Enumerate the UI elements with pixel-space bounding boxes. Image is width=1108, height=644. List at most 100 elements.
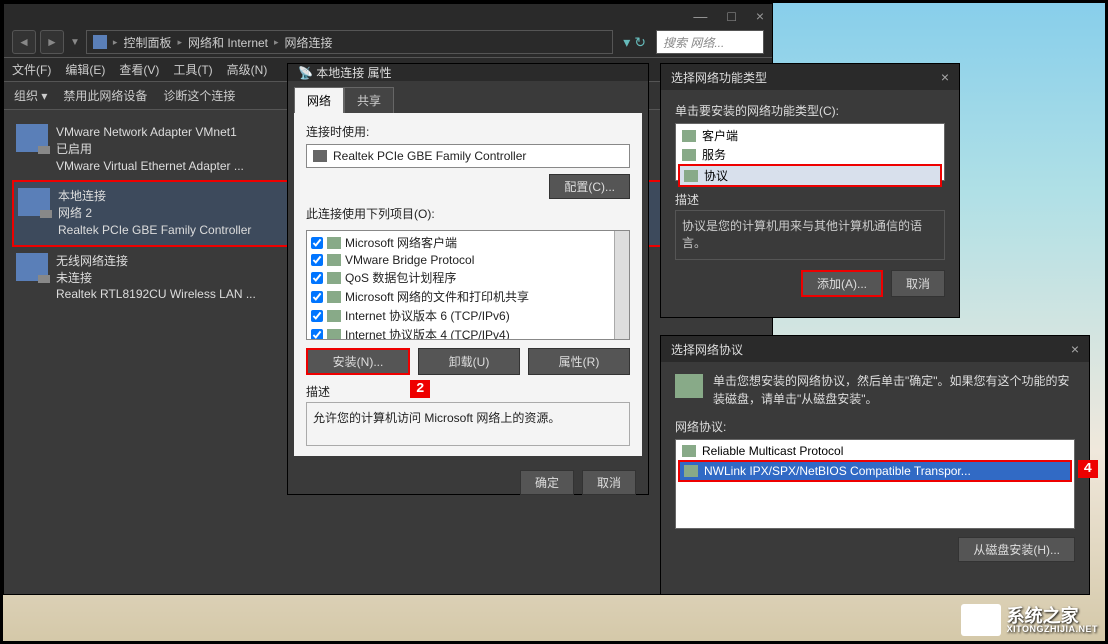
client-icon (327, 237, 341, 249)
dialog-titlebar: 选择网络协议 × (661, 336, 1089, 362)
network-adapter-icon (16, 124, 48, 152)
list-item[interactable]: Microsoft 网络客户端 (309, 233, 627, 252)
configure-button[interactable]: 配置(C)... (549, 174, 630, 199)
close-icon[interactable]: × (1071, 341, 1079, 357)
item-checkbox[interactable] (311, 329, 323, 341)
list-item[interactable]: Internet 协议版本 4 (TCP/IPv4) (309, 325, 627, 340)
scrollbar[interactable] (614, 231, 629, 339)
folder-icon (93, 35, 107, 49)
close-button[interactable]: × (756, 8, 764, 24)
connection-status: 未连接 (56, 270, 256, 287)
window-titlebar: — □ × (4, 4, 772, 27)
protocol-select-dialog: 选择网络协议 × 单击您想安装的网络协议，然后单击"确定"。如果您有这个功能的安… (660, 335, 1090, 595)
dropdown-icon[interactable]: ▾ (623, 34, 630, 51)
breadcrumb-item[interactable]: 网络连接 (285, 34, 333, 51)
components-list[interactable]: Microsoft 网络客户端 VMware Bridge Protocol Q… (306, 230, 630, 340)
description-text: 协议是您的计算机用来与其他计算机通信的语言。 (675, 210, 945, 260)
breadcrumb[interactable]: ▸ 控制面板 ▸ 网络和 Internet ▸ 网络连接 (86, 30, 613, 54)
feature-list[interactable]: 客户端 服务 协议 3 (675, 123, 945, 181)
protocol-icon (675, 374, 703, 398)
service-icon (682, 149, 696, 161)
uninstall-button[interactable]: 卸载(U) (418, 348, 520, 375)
adapter-icon (313, 150, 327, 162)
dialog-title: 选择网络功能类型 (671, 69, 767, 86)
connection-device: VMware Virtual Ethernet Adapter ... (56, 158, 244, 175)
from-disk-button[interactable]: 从磁盘安装(H)... (958, 537, 1075, 562)
watermark-url: XITONGZHIJIA.NET (1007, 625, 1098, 634)
minimize-button[interactable]: — (693, 8, 707, 24)
service-icon (327, 272, 341, 284)
feature-type-dialog: 选择网络功能类型 × 单击要安装的网络功能类型(C): 客户端 服务 协议 3 … (660, 63, 960, 318)
description-label: 描述 (306, 383, 630, 400)
maximize-button[interactable]: □ (727, 8, 735, 24)
item-checkbox[interactable] (311, 310, 323, 322)
protocol-icon (327, 329, 341, 341)
client-icon (682, 130, 696, 142)
protocol-icon (684, 170, 698, 182)
feature-item-service[interactable]: 服务 (678, 145, 942, 164)
close-icon[interactable]: × (941, 69, 949, 85)
protocol-item-selected[interactable]: NWLink IPX/SPX/NetBIOS Compatible Transp… (678, 460, 1072, 482)
watermark-text: 系统之家 (1007, 607, 1098, 625)
network-adapter-icon (18, 188, 50, 216)
dialog-title: 📡 本地连接 属性 (298, 64, 392, 81)
feature-item-protocol[interactable]: 协议 3 (678, 164, 942, 187)
protocol-icon (682, 445, 696, 457)
connection-status: 已启用 (56, 141, 244, 158)
menu-edit[interactable]: 编辑(E) (65, 61, 105, 78)
item-checkbox[interactable] (311, 254, 323, 266)
properties-button[interactable]: 属性(R) (528, 348, 630, 375)
item-checkbox[interactable] (311, 291, 323, 303)
list-item[interactable]: QoS 数据包计划程序 (309, 268, 627, 287)
navigation-bar: ◄ ► ▼ ▸ 控制面板 ▸ 网络和 Internet ▸ 网络连接 ▾ ↻ 搜… (4, 27, 772, 58)
tab-network[interactable]: 网络 (294, 87, 344, 113)
protocol-item[interactable]: Reliable Multicast Protocol (678, 442, 1072, 460)
breadcrumb-item[interactable]: 网络和 Internet (188, 34, 268, 51)
search-input[interactable]: 搜索 网络... (656, 30, 764, 54)
prompt-label: 单击要安装的网络功能类型(C): (675, 102, 945, 119)
list-item[interactable]: Internet 协议版本 6 (TCP/IPv6) (309, 306, 627, 325)
breadcrumb-item[interactable]: 控制面板 (123, 34, 171, 51)
disable-device-button[interactable]: 禁用此网络设备 (63, 87, 147, 104)
protocol-icon (327, 310, 341, 322)
menu-tools[interactable]: 工具(T) (173, 61, 212, 78)
tab-sharing[interactable]: 共享 (344, 87, 394, 113)
annotation-marker: 2 (410, 380, 430, 398)
ok-button[interactable]: 确定 (520, 470, 574, 495)
feature-item-client[interactable]: 客户端 (678, 126, 942, 145)
refresh-icon[interactable]: ↻ (634, 34, 646, 51)
cancel-button[interactable]: 取消 (891, 270, 945, 297)
list-item[interactable]: VMware Bridge Protocol (309, 252, 627, 268)
service-icon (327, 291, 341, 303)
connect-using-label: 连接时使用: (306, 123, 630, 140)
install-button[interactable]: 安装(N)... (306, 348, 410, 375)
menu-view[interactable]: 查看(V) (119, 61, 159, 78)
diagnose-button[interactable]: 诊断这个连接 (163, 87, 235, 104)
menu-file[interactable]: 文件(F) (12, 61, 51, 78)
organize-button[interactable]: 组织 ▾ (14, 87, 47, 104)
protocol-list[interactable]: Reliable Multicast Protocol NWLink IPX/S… (675, 439, 1075, 529)
tab-strip: 网络 共享 (288, 81, 648, 113)
connection-device: Realtek RTL8192CU Wireless LAN ... (56, 286, 256, 303)
back-button[interactable]: ◄ (12, 30, 36, 54)
add-button[interactable]: 添加(A)... (801, 270, 883, 297)
connection-device: Realtek PCIe GBE Family Controller (58, 222, 251, 239)
connection-name: VMware Network Adapter VMnet1 (56, 124, 244, 141)
adapter-field: Realtek PCIe GBE Family Controller (306, 144, 630, 168)
description-label: 描述 (675, 191, 945, 208)
annotation-marker: 4 (1078, 460, 1098, 478)
intro-text: 单击您想安装的网络协议，然后单击"确定"。如果您有这个功能的安装磁盘，请单击"从… (713, 372, 1075, 408)
cancel-button[interactable]: 取消 (582, 470, 636, 495)
item-checkbox[interactable] (311, 272, 323, 284)
list-item[interactable]: Microsoft 网络的文件和打印机共享 (309, 287, 627, 306)
protocol-icon (684, 465, 698, 477)
dialog-title: 选择网络协议 (671, 341, 743, 358)
watermark: 系统之家 XITONGZHIJIA.NET (961, 604, 1098, 636)
item-checkbox[interactable] (311, 237, 323, 249)
description-text: 允许您的计算机访问 Microsoft 网络上的资源。 (306, 402, 630, 446)
connection-status: 网络 2 (58, 205, 251, 222)
menu-advanced[interactable]: 高级(N) (227, 61, 268, 78)
history-dropdown-icon[interactable]: ▼ (70, 37, 80, 48)
tab-content: 连接时使用: Realtek PCIe GBE Family Controlle… (294, 113, 642, 456)
forward-button[interactable]: ► (40, 30, 64, 54)
